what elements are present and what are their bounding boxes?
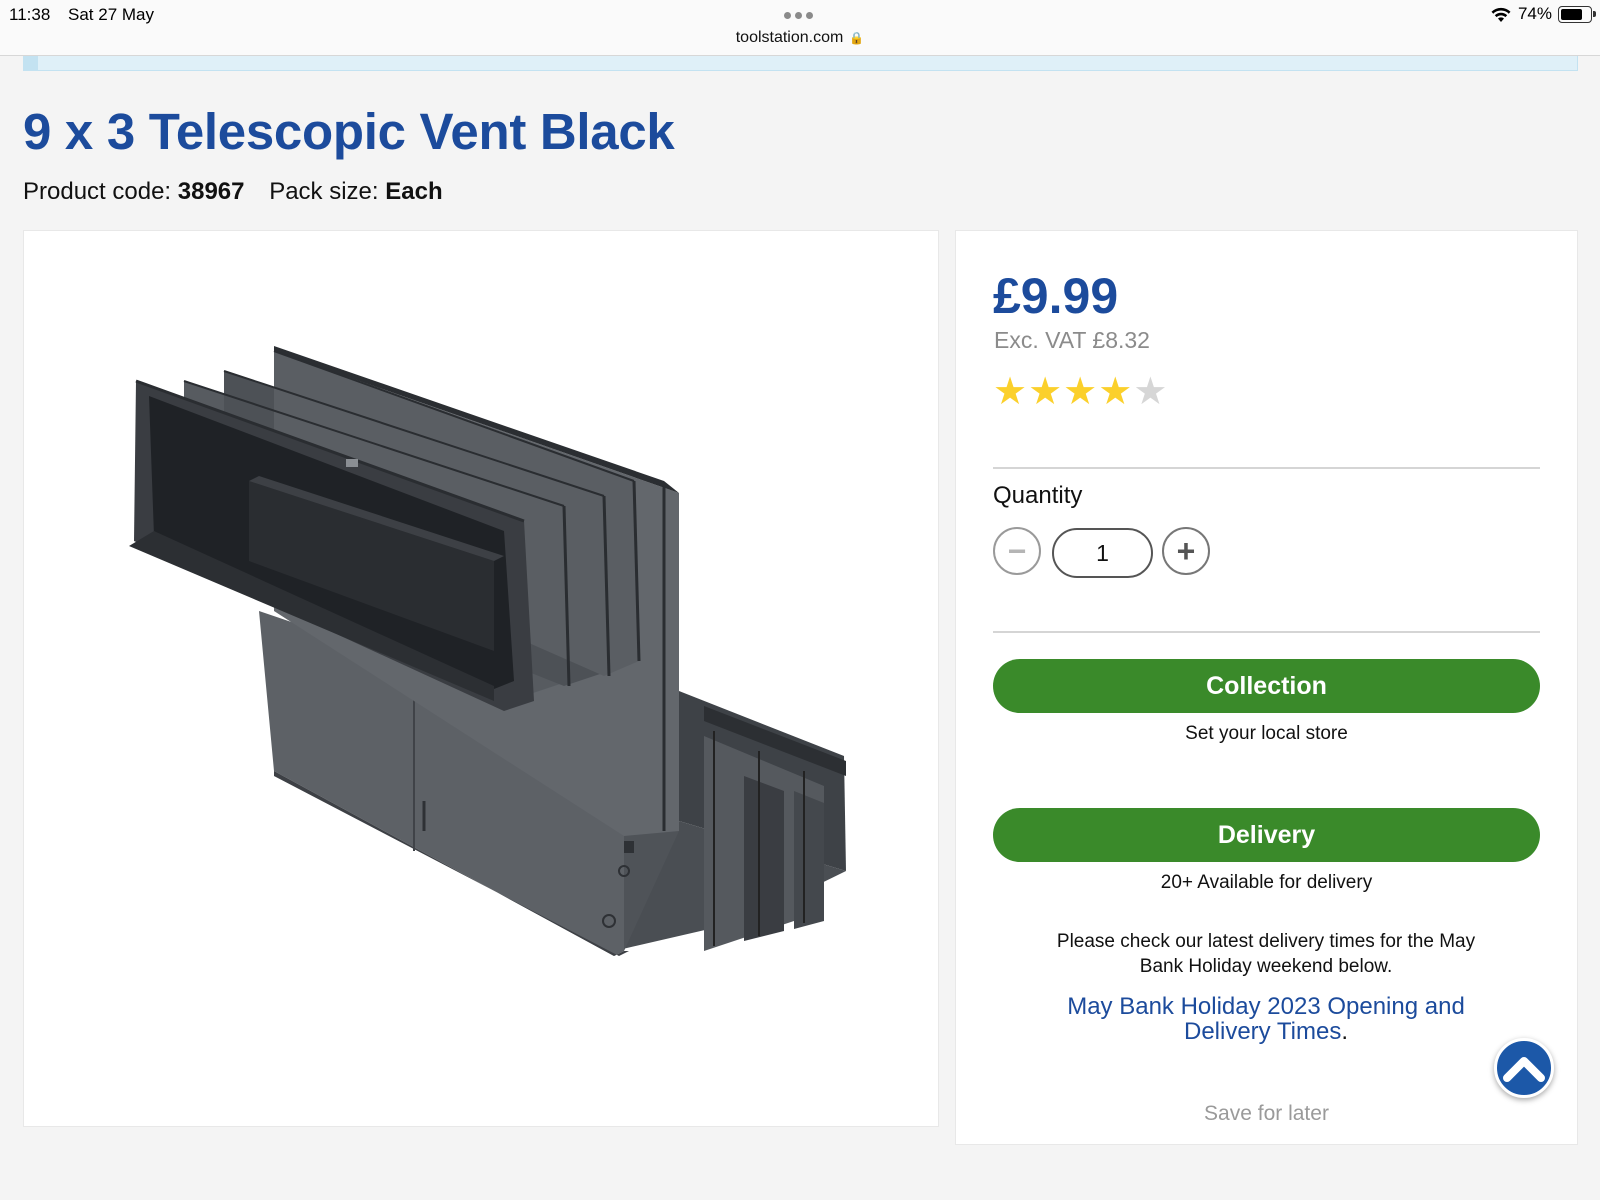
collection-subtext: Set your local store: [1185, 723, 1348, 744]
product-meta: Product code: 38967 Pack size: Each: [23, 178, 443, 206]
battery-icon: [1558, 5, 1596, 23]
delivery-button[interactable]: Delivery: [993, 808, 1540, 862]
rating-stars[interactable]: ★ ★ ★ ★ ★: [993, 373, 1167, 411]
product-image-panel[interactable]: [23, 230, 939, 1127]
lock-icon: 🔒: [849, 31, 865, 45]
quantity-decrease-button[interactable]: −: [993, 527, 1041, 575]
quantity-increase-button[interactable]: +: [1162, 527, 1210, 575]
quantity-label: Quantity: [993, 482, 1083, 509]
save-for-later-link[interactable]: Save for later: [993, 1102, 1540, 1126]
chevron-up-icon: [1503, 1057, 1545, 1082]
star-filled-icon: ★: [1098, 371, 1133, 413]
bank-holiday-info: May Bank Holiday 2023 Opening and Delive…: [1036, 994, 1496, 1044]
url-text: toolstation.com: [735, 29, 844, 46]
pack-size: Each: [385, 178, 443, 205]
status-date: Sat 27 May: [68, 5, 154, 24]
scroll-to-top-button[interactable]: [1494, 1038, 1554, 1098]
star-filled-icon: ★: [1028, 371, 1063, 413]
collection-button[interactable]: Collection: [993, 659, 1540, 713]
product-code-label: Product code:: [23, 178, 172, 205]
delivery-subtext: 20+ Available for delivery: [1160, 872, 1373, 893]
quantity-input[interactable]: 1: [1052, 528, 1153, 578]
pack-size-label: Pack size:: [269, 178, 379, 205]
battery-fill: [1561, 8, 1582, 20]
product-code: 38967: [177, 178, 245, 205]
battery-percent: 74%: [1517, 4, 1552, 23]
buy-panel: £9.99 Exc. VAT £8.32 ★ ★ ★ ★ ★ Quantity − 1 …: [955, 230, 1578, 1145]
star-filled-icon: ★: [993, 371, 1028, 413]
browser-status-bar: 11:38 Sat 27 May toolstation.com 🔒 74%: [0, 0, 1600, 56]
bank-holiday-link[interactable]: May Bank Holiday 2023 Opening and Delive…: [1067, 993, 1465, 1045]
address-bar[interactable]: toolstation.com 🔒: [0, 29, 1600, 47]
status-right: 74%: [1490, 4, 1596, 24]
info-banner-strip: [23, 56, 1578, 71]
status-time: 11:38: [9, 5, 51, 24]
link-suffix: .: [1341, 1018, 1349, 1045]
star-empty-icon: ★: [1133, 371, 1168, 413]
delivery-notice: Please check our latest delivery times f…: [1056, 931, 1476, 977]
divider: [993, 467, 1540, 469]
divider: [993, 631, 1540, 633]
price-ex-vat: Exc. VAT £8.32: [994, 327, 1150, 353]
wifi-icon: [1491, 7, 1511, 22]
star-filled-icon: ★: [1063, 371, 1098, 413]
price: £9.99: [993, 268, 1119, 324]
more-dots-icon[interactable]: [784, 12, 813, 19]
product-title: 9 x 3 Telescopic Vent Black: [23, 103, 675, 160]
vent-product-image: [129, 346, 846, 956]
